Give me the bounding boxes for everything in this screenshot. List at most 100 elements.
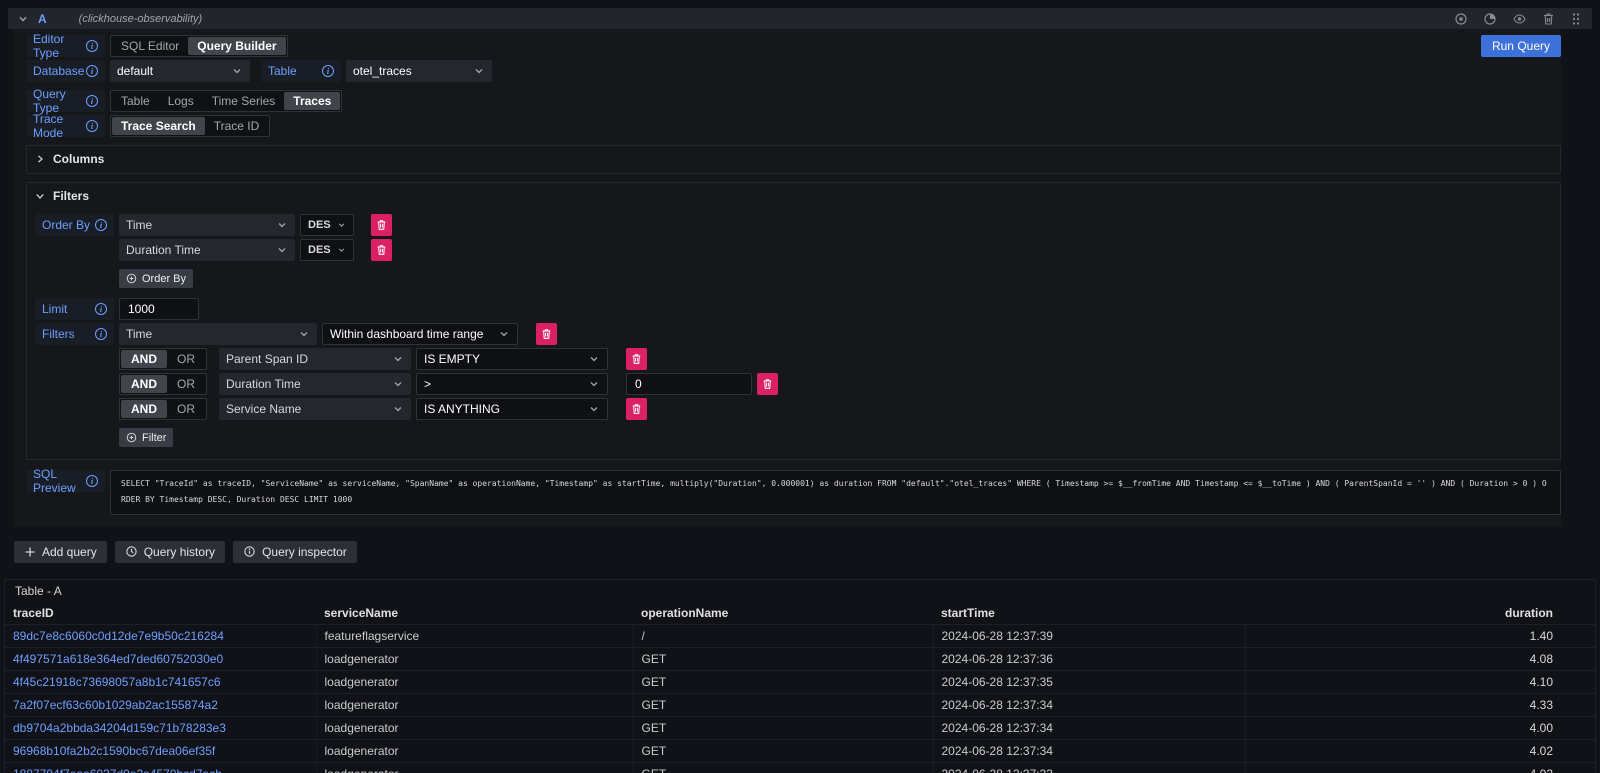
trace-id-link[interactable]: 89dc7e8c6060c0d12de7e9b50c216284 [13, 629, 224, 643]
info-icon[interactable]: i [86, 40, 98, 52]
collapse-chevron-down-icon[interactable] [18, 14, 28, 24]
time-filter-row: Filters i Time Within dashboard time ran… [35, 323, 1552, 345]
remove-filter-button[interactable] [757, 373, 778, 395]
info-icon[interactable]: i [86, 95, 98, 107]
filter-field-select[interactable]: Parent Span ID [219, 348, 411, 370]
query-type-option-logs[interactable]: Logs [159, 92, 203, 110]
column-header-operationname[interactable]: operationName [633, 602, 933, 625]
column-header-duration[interactable]: duration [1245, 602, 1595, 625]
add-query-button[interactable]: Add query [14, 541, 107, 563]
query-type-radio-group: TableLogsTime SeriesTraces [110, 90, 342, 112]
limit-label: Limit i [35, 298, 114, 320]
column-header-servicename[interactable]: serviceName [316, 602, 633, 625]
remove-filter-button[interactable] [626, 398, 647, 420]
start-time-cell: 2024-06-28 12:37:36 [933, 647, 1245, 670]
trace-mode-option-trace-id[interactable]: Trace ID [205, 117, 269, 135]
service-name-cell: loadgenerator [316, 716, 633, 739]
columns-section-header[interactable]: Columns [35, 151, 1552, 167]
filters-section-header[interactable]: Filters [35, 188, 1552, 204]
conjunction-or-option[interactable]: OR [167, 350, 205, 368]
filter-field-select[interactable]: Duration Time [219, 373, 411, 395]
info-icon[interactable]: i [86, 120, 98, 132]
filter-field-select[interactable]: Service Name [219, 398, 411, 420]
trace-id-link[interactable]: 96968b10fa2b2c1590bc67dea06ef35f [13, 744, 215, 758]
sql-preview-label: SQL Preview i [26, 470, 105, 492]
conjunction-and-option[interactable]: AND [121, 400, 167, 418]
info-icon[interactable]: i [86, 65, 98, 77]
order-by-row: Order By i Time DESC [35, 214, 1552, 236]
column-header-traceid[interactable]: traceID [5, 602, 316, 625]
trace-mode-radio-group: Trace SearchTrace ID [110, 115, 270, 137]
info-icon[interactable]: i [95, 303, 107, 315]
order-by-field-select[interactable]: Duration Time [119, 239, 295, 261]
trace-id-link[interactable]: 7a2f07ecf63c60b1029ab2ac155874a2 [13, 698, 218, 712]
query-history-button[interactable]: Query history [115, 541, 225, 563]
conjunction-and-option[interactable]: AND [121, 350, 167, 368]
conjunction-or-option[interactable]: OR [167, 375, 205, 393]
add-filter-button[interactable]: Filter [119, 428, 173, 447]
remove-order-by-button[interactable] [371, 214, 392, 236]
datasource-hint: (clickhouse-observability) [79, 13, 203, 25]
chevron-down-icon [298, 328, 310, 340]
filters-label: Filters i [35, 323, 114, 345]
history-icon [125, 545, 138, 558]
query-row-header[interactable]: A (clickhouse-observability) [8, 8, 1592, 29]
database-select[interactable]: default [110, 60, 250, 82]
editor-type-option-query-builder[interactable]: Query Builder [188, 37, 285, 55]
query-type-label: Query Type i [26, 90, 105, 112]
conjunction-or-option[interactable]: OR [167, 400, 205, 418]
filter-operator-select[interactable]: Within dashboard time range [322, 323, 518, 345]
trace-mode-option-trace-search[interactable]: Trace Search [112, 117, 205, 135]
query-type-option-time-series[interactable]: Time Series [203, 92, 285, 110]
chevron-down-icon [588, 403, 600, 415]
editor-type-option-sql-editor[interactable]: SQL Editor [112, 37, 188, 55]
chevron-down-icon [392, 353, 404, 365]
duration-cell: 4.02 [1245, 739, 1595, 762]
trace-id-link[interactable]: 4f497571a618e364ed7ded60752030e0 [13, 652, 223, 666]
sql-preview-row: SQL Preview i SELECT "TraceId" as traceI… [26, 470, 1561, 515]
query-header-actions [1454, 12, 1582, 26]
info-icon[interactable]: i [95, 219, 107, 231]
column-header-starttime[interactable]: startTime [933, 602, 1245, 625]
query-type-option-table[interactable]: Table [112, 92, 159, 110]
record-icon[interactable] [1454, 12, 1468, 26]
service-name-cell: loadgenerator [316, 693, 633, 716]
eye-icon[interactable] [1512, 12, 1527, 26]
query-inspector-button[interactable]: Query inspector [233, 541, 357, 563]
drag-handle-icon[interactable] [1570, 12, 1582, 26]
run-query-button[interactable]: Run Query [1481, 35, 1561, 57]
sql-preview-code[interactable]: SELECT "TraceId" as traceID, "ServiceNam… [110, 470, 1561, 515]
filter-operator-select[interactable]: IS EMPTY [416, 348, 608, 370]
panel-title: Table - A [5, 580, 1595, 602]
filter-value-input[interactable] [626, 373, 752, 395]
conjunction-and-option[interactable]: AND [121, 375, 167, 393]
add-order-by-button[interactable]: Order By [119, 269, 193, 288]
info-icon[interactable]: i [95, 328, 107, 340]
info-icon[interactable]: i [86, 475, 98, 487]
remove-order-by-button[interactable] [371, 239, 392, 261]
duration-cell: 4.08 [1245, 647, 1595, 670]
remove-filter-button[interactable] [626, 348, 647, 370]
filter-field-select[interactable]: Time [119, 323, 317, 345]
remove-filter-button[interactable] [536, 323, 557, 345]
filter-operator-select[interactable]: IS ANYTHING [416, 398, 608, 420]
trace-id-link[interactable]: 4f45c21918c73698057a8b1c741657c6 [13, 675, 221, 689]
query-type-option-traces[interactable]: Traces [284, 92, 340, 110]
trace-id-link[interactable]: db9704a2bbda34204d159c71b78283e3 [13, 721, 226, 735]
plus-icon [24, 546, 36, 558]
trash-icon[interactable] [1542, 12, 1555, 26]
order-by-direction-select[interactable]: DESC [300, 239, 354, 261]
limit-input[interactable] [119, 298, 199, 320]
chevron-down-icon [337, 219, 346, 231]
duration-cell: 4.33 [1245, 693, 1595, 716]
filter-condition-rows: AND OR Parent Span ID IS EMPTY AND [35, 348, 1552, 420]
filter-operator-select[interactable]: > [416, 373, 608, 395]
table-select[interactable]: otel_traces [346, 60, 492, 82]
order-by-direction-select[interactable]: DESC [300, 214, 354, 236]
order-by-field-select[interactable]: Time [119, 214, 295, 236]
trace-id-link[interactable]: 1887794f7eaa6037d0e2a4579bcd7acb [13, 767, 222, 773]
duplicate-icon[interactable] [1483, 12, 1497, 26]
plus-circle-icon [126, 273, 137, 284]
start-time-cell: 2024-06-28 12:37:35 [933, 670, 1245, 693]
info-icon[interactable]: i [322, 65, 334, 77]
